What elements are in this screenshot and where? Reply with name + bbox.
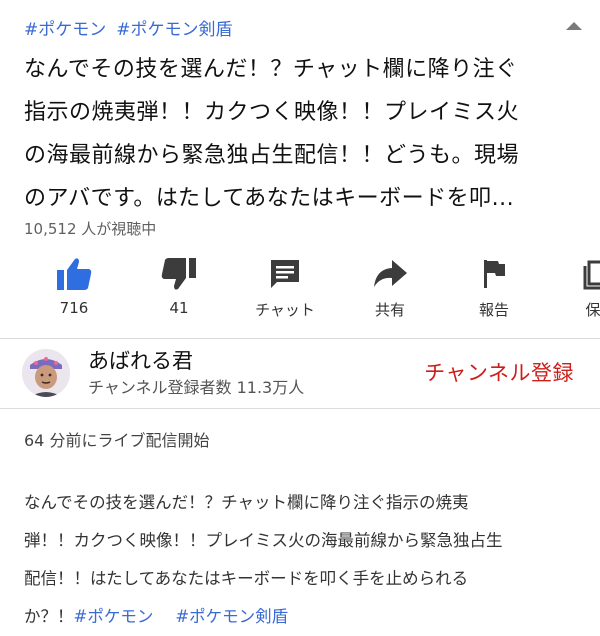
hashtag-row: #ポケモン #ポケモン剣盾 bbox=[24, 14, 576, 40]
save-icon bbox=[583, 260, 600, 290]
action-bar: 716 41 チャット 共有 報告 保 bbox=[0, 252, 600, 332]
divider bbox=[0, 408, 600, 409]
dislike-count: 41 bbox=[169, 299, 189, 317]
viewer-count: 10,512 人が視聴中 bbox=[24, 220, 157, 238]
hashtag-link[interactable]: #ポケモン剣盾 bbox=[116, 15, 232, 40]
subscriber-count: チャンネル登録者数 11.3万人 bbox=[88, 378, 305, 397]
flag-icon bbox=[484, 260, 505, 288]
description-line: か？！#ポケモン #ポケモン剣盾 bbox=[24, 598, 576, 636]
channel-row: あばれる君 チャンネル登録者数 11.3万人 チャンネル登録 bbox=[0, 339, 600, 407]
dislike-button[interactable]: 41 bbox=[134, 252, 224, 332]
collapse-arrow-icon[interactable] bbox=[566, 22, 582, 30]
description-line: 配信！！はたしてあなたはキーボードを叩く手を止められる bbox=[24, 569, 469, 588]
thumbs-down-icon bbox=[161, 258, 196, 290]
chat-label: チャット bbox=[255, 301, 315, 319]
hashtag-link[interactable]: #ポケモン bbox=[24, 15, 106, 40]
share-label: 共有 bbox=[374, 301, 405, 319]
channel-name[interactable]: あばれる君 bbox=[88, 345, 193, 375]
share-icon bbox=[374, 260, 407, 287]
report-label: 報告 bbox=[478, 301, 509, 319]
video-description: なんでその技を選んだ！？チャット欄に降り注ぐ指示の焼夷 弾！！カクつく映像！！プ… bbox=[24, 484, 576, 636]
report-button[interactable]: 報告 bbox=[449, 252, 539, 332]
share-button[interactable]: 共有 bbox=[345, 252, 435, 332]
like-button[interactable]: 716 bbox=[29, 252, 119, 332]
subscribe-button[interactable]: チャンネル登録 bbox=[424, 357, 574, 387]
hashtag-link[interactable]: #ポケモン剣盾 bbox=[175, 607, 288, 626]
like-count: 716 bbox=[59, 299, 89, 317]
chat-button[interactable]: チャット bbox=[240, 252, 330, 332]
title-line: なんでその技を選んだ！？チャット欄に降り注ぐ bbox=[24, 57, 518, 82]
title-line: のアバです。はたしてあなたはキーボードを叩... bbox=[24, 186, 515, 211]
title-line: の海最前線から緊急独占生配信！！どうも。現場 bbox=[24, 143, 520, 168]
description-line: なんでその技を選んだ！？チャット欄に降り注ぐ指示の焼夷 bbox=[24, 493, 469, 512]
video-title: なんでその技を選んだ！？チャット欄に降り注ぐ 指示の焼夷弾！！カクつく映像！！プ… bbox=[24, 48, 544, 220]
thumbs-up-icon bbox=[57, 258, 92, 290]
description-text: か？！ bbox=[24, 607, 74, 626]
channel-avatar[interactable] bbox=[22, 349, 70, 397]
avatar-image bbox=[22, 349, 70, 397]
description-line: 弾！！カクつく映像！！プレイミス火の海最前線から緊急独占生 bbox=[24, 531, 503, 550]
save-button[interactable]: 保 bbox=[548, 252, 600, 332]
chat-icon bbox=[271, 260, 299, 288]
title-line: 指示の焼夷弾！！カクつく映像！！プレイミス火 bbox=[24, 100, 520, 125]
save-label: 保 bbox=[585, 301, 600, 319]
hashtag-link[interactable]: #ポケモン bbox=[74, 607, 154, 626]
stream-start-time: 64 分前にライブ配信開始 bbox=[24, 431, 210, 450]
